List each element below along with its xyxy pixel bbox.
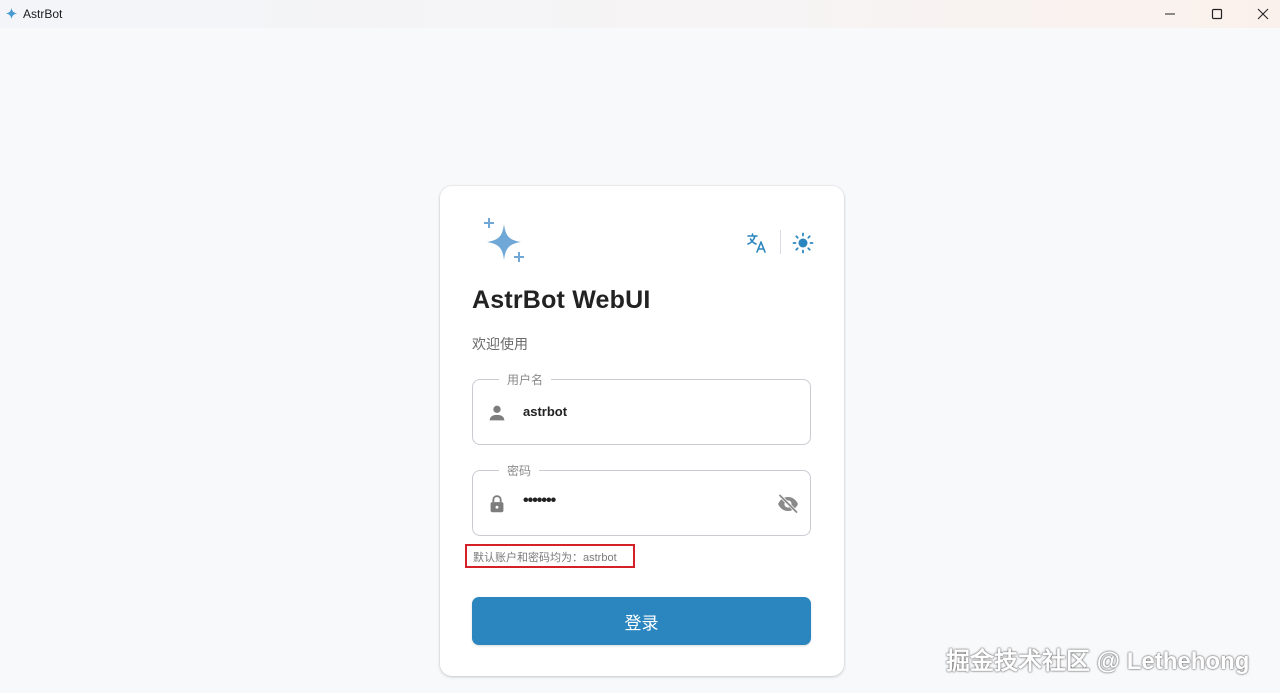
lock-icon	[490, 495, 504, 513]
welcome-subtitle: 欢迎使用	[472, 336, 528, 352]
language-button[interactable]	[745, 231, 769, 255]
password-field[interactable]: 密码 •••••••	[472, 462, 811, 536]
sparkle-icon	[484, 218, 524, 262]
login-card: AstrBot WebUI 欢迎使用 用户名 astrbot 密码 ••••••…	[440, 186, 844, 676]
password-input[interactable]: •••••••	[523, 492, 556, 510]
close-icon	[1257, 8, 1269, 20]
eye-off-icon[interactable]	[776, 492, 800, 516]
sun-icon	[792, 232, 814, 254]
minimize-button[interactable]	[1147, 0, 1193, 28]
header-divider	[780, 230, 781, 254]
maximize-button[interactable]	[1194, 0, 1240, 28]
password-label: 密码	[499, 462, 540, 479]
username-label: 用户名	[499, 371, 552, 388]
window-title: AstrBot	[23, 7, 63, 21]
window-titlebar: AstrBot	[0, 0, 1280, 28]
person-icon	[489, 405, 505, 421]
minimize-icon	[1165, 13, 1175, 15]
login-button[interactable]: 登录	[472, 597, 811, 645]
theme-toggle-button[interactable]	[791, 231, 815, 255]
close-button[interactable]	[1240, 0, 1280, 28]
app-icon	[5, 7, 18, 20]
default-credentials-hint: 默认账户和密码均为：astrbot	[465, 544, 635, 568]
hint-text: 默认账户和密码均为：astrbot	[473, 552, 617, 564]
watermark: 掘金技术社区 @ Lethehong	[946, 648, 1250, 675]
translate-icon	[747, 233, 766, 253]
username-input[interactable]: astrbot	[523, 404, 567, 419]
page-title: AstrBot WebUI	[472, 286, 651, 314]
maximize-icon	[1211, 8, 1223, 20]
username-field[interactable]: 用户名 astrbot	[472, 371, 811, 445]
